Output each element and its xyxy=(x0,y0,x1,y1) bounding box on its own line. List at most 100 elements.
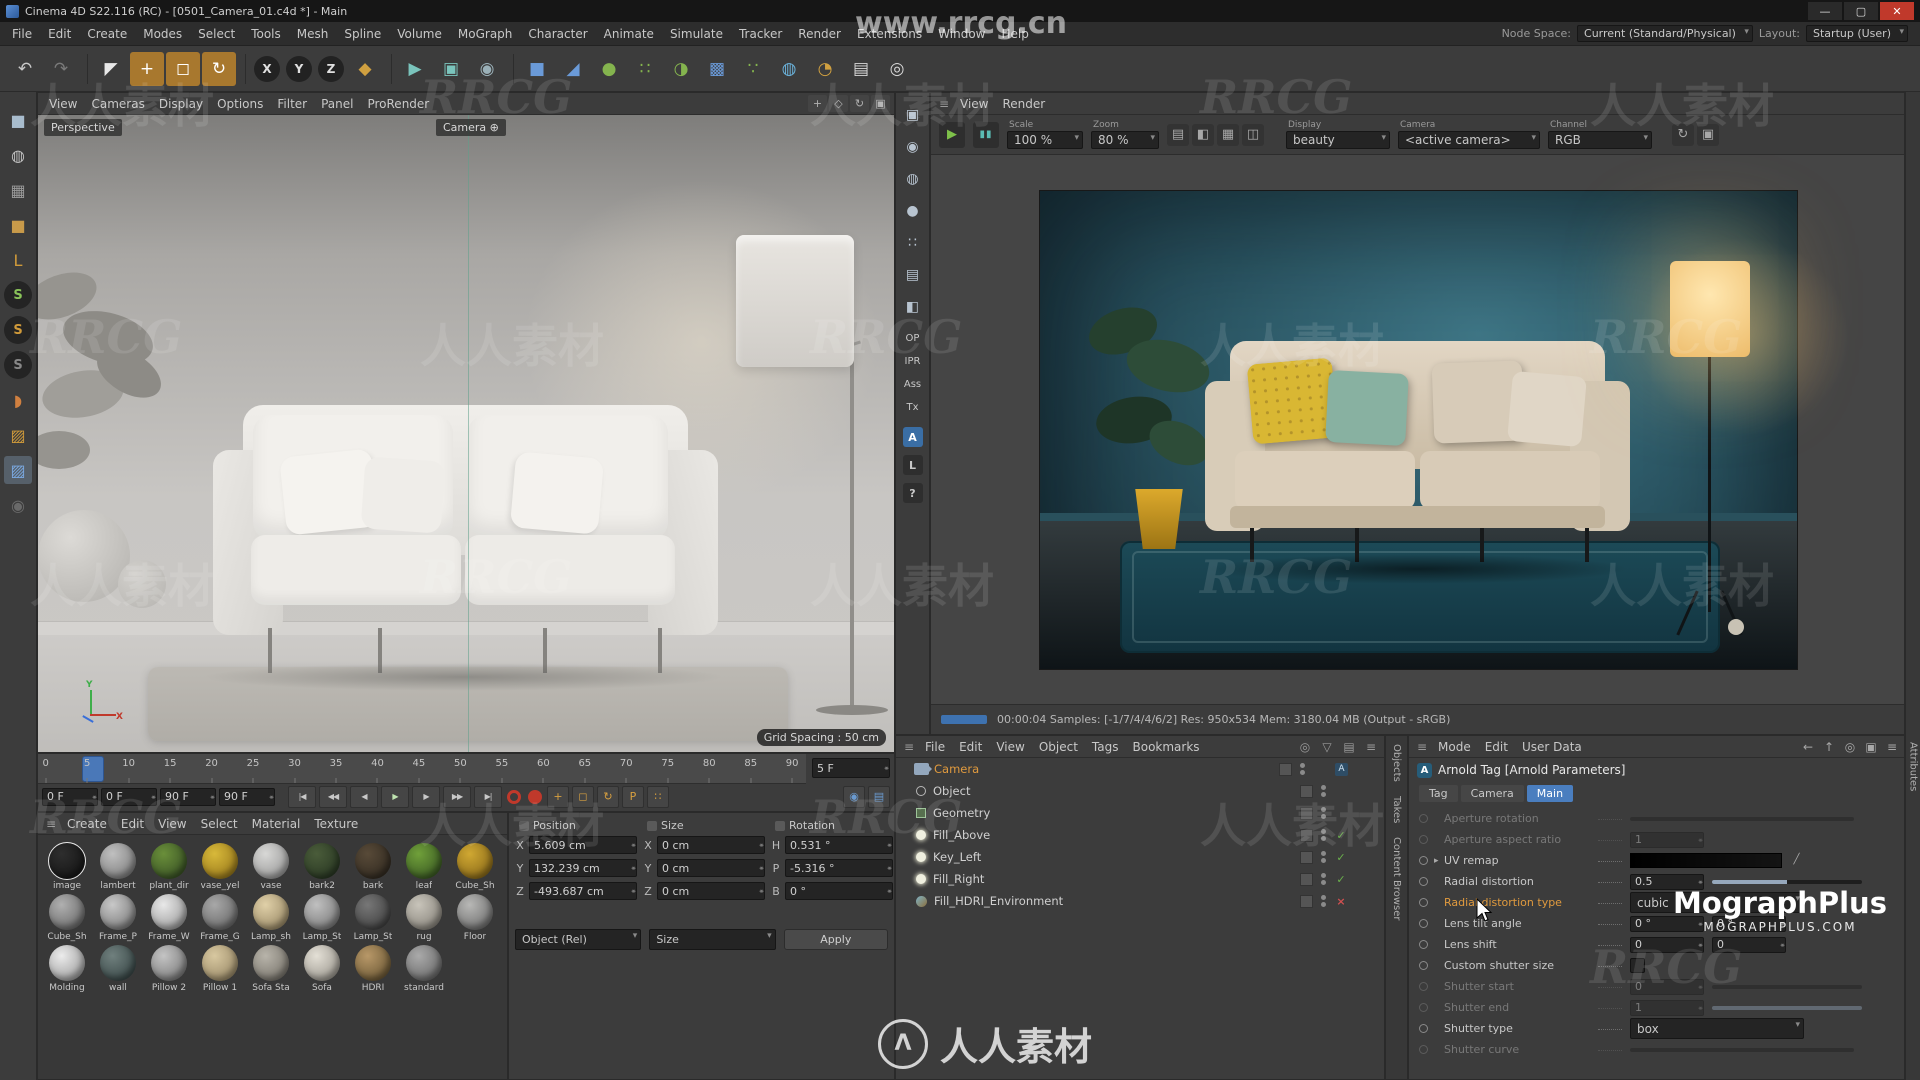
attribute-toolbar-icon[interactable]: ← xyxy=(1800,740,1816,754)
material-menu-item[interactable]: Select xyxy=(194,817,245,831)
property-row[interactable]: Shutter type box box xyxy=(1415,1018,1898,1039)
property-checkbox[interactable] xyxy=(1630,958,1645,973)
property-row[interactable]: ▸ UV remap ╱ xyxy=(1415,850,1898,871)
object-manager-icon[interactable]: ▤ xyxy=(1340,739,1358,755)
minimize-button[interactable]: — xyxy=(1808,2,1842,20)
gradient-swatch[interactable] xyxy=(1630,853,1782,868)
enable-toggle[interactable] xyxy=(1300,784,1313,798)
menu-item[interactable]: Animate xyxy=(596,27,662,41)
toolbar-icon[interactable] xyxy=(80,53,88,84)
toolbar-icon[interactable]: ● xyxy=(592,52,626,86)
frame-range-field[interactable]: 90 F xyxy=(160,787,216,806)
menu-item[interactable]: Extensions xyxy=(849,27,930,41)
camera-select[interactable]: <active camera> xyxy=(1398,131,1540,149)
keyframe-toggle[interactable]: ↻ xyxy=(597,785,619,808)
property-dropdown[interactable]: cubic xyxy=(1630,892,1804,913)
visibility-dots[interactable] xyxy=(1300,763,1305,775)
rotation-input[interactable]: -5.316 ° xyxy=(785,859,893,877)
frame-range-field[interactable]: 90 F xyxy=(219,787,275,806)
menu-item[interactable]: MoGraph xyxy=(450,27,521,41)
palette-icon[interactable]: S xyxy=(4,316,32,344)
side-tab[interactable]: Objects xyxy=(1391,744,1402,782)
menu-item[interactable]: Window xyxy=(930,27,993,41)
object-row[interactable]: Camera A xyxy=(896,758,1384,780)
toolbar-icon[interactable]: ◻ xyxy=(166,51,200,86)
object-menu-item[interactable]: Tags xyxy=(1085,740,1126,754)
material-item[interactable]: bark xyxy=(350,843,396,891)
arnold-icon[interactable]: ◉ xyxy=(901,135,925,159)
transport-button[interactable]: ▶▶ xyxy=(443,785,471,808)
layout-select[interactable]: Startup (User) xyxy=(1806,25,1908,42)
attribute-toolbar-icon[interactable]: ≡ xyxy=(1884,740,1900,754)
keyframe-toggle[interactable]: + xyxy=(547,785,569,808)
rotation-input[interactable]: 0.531 ° xyxy=(785,836,893,854)
material-menu-item[interactable]: Edit xyxy=(114,817,151,831)
material-item[interactable]: HDRI xyxy=(350,945,396,993)
anim-dot-icon[interactable] xyxy=(1419,1003,1428,1012)
visibility-dots[interactable] xyxy=(1321,895,1326,907)
scale-select[interactable]: 100 % xyxy=(1007,131,1083,149)
viewport-canvas[interactable]: Perspective Camera ⊕ Grid Spacing : 50 c… xyxy=(38,115,894,752)
side-tab[interactable]: Content Browser xyxy=(1391,837,1402,920)
object-manager-icon[interactable]: ◎ xyxy=(1296,739,1314,755)
enable-toggle[interactable] xyxy=(1300,828,1313,842)
enable-toggle[interactable] xyxy=(1300,806,1313,820)
panel-menu-icon[interactable]: ≡ xyxy=(1413,739,1431,755)
toolbar-icon[interactable]: + xyxy=(130,51,164,86)
apply-button[interactable]: Apply xyxy=(783,929,888,950)
viewport-menu-item[interactable]: Options xyxy=(210,97,270,111)
toolbar-icon[interactable]: ▩ xyxy=(700,52,734,86)
render-canvas[interactable] xyxy=(931,155,1904,704)
transport-button[interactable]: ▶ xyxy=(381,785,409,808)
visibility-dots[interactable] xyxy=(1321,829,1326,841)
arnold-badge[interactable]: L xyxy=(902,455,923,475)
size-input[interactable]: 0 cm xyxy=(657,882,765,900)
material-menu-item[interactable]: Material xyxy=(245,817,308,831)
object-mode-select[interactable]: Object (Rel) xyxy=(515,929,642,950)
toolbar-icon[interactable]: ◤ xyxy=(94,52,128,86)
toolbar-icon[interactable]: ∷ xyxy=(628,52,662,86)
anim-dot-icon[interactable] xyxy=(1419,877,1428,886)
anim-dot-icon[interactable] xyxy=(1419,835,1428,844)
toolbar-icon[interactable]: ◔ xyxy=(808,52,842,86)
render-right-icon[interactable]: ▣ xyxy=(1697,123,1719,146)
object-row[interactable]: Key_Left ✓ xyxy=(896,846,1384,868)
toolbar-icon[interactable]: ▤ xyxy=(844,52,878,86)
anim-dot-icon[interactable] xyxy=(1419,982,1428,991)
material-item[interactable]: bark2 xyxy=(299,843,345,891)
material-menu-item[interactable]: Texture xyxy=(307,817,365,831)
toolbar-icon[interactable]: ◢ xyxy=(556,52,590,86)
attribute-toolbar-icon[interactable]: ↑ xyxy=(1821,740,1837,754)
object-row[interactable]: Object xyxy=(896,780,1384,802)
toolbar-icon[interactable]: ↻ xyxy=(202,51,236,86)
position-input[interactable]: 132.239 cm xyxy=(529,859,637,877)
frame-range-field[interactable]: 0 F xyxy=(101,787,157,806)
toolbar-icon[interactable] xyxy=(506,53,514,84)
palette-icon[interactable]: S xyxy=(4,281,32,309)
arnold-text-button[interactable]: OP xyxy=(906,333,920,344)
viewport-menu-item[interactable]: Filter xyxy=(270,97,314,111)
arnold-badge[interactable]: A xyxy=(902,427,923,447)
material-item[interactable]: Lamp_St xyxy=(299,894,345,942)
property-row[interactable]: Aperture aspect ratio 1 1 xyxy=(1415,829,1898,850)
transport-button[interactable]: ◀◀ xyxy=(319,785,347,808)
object-menu-item[interactable]: Edit xyxy=(952,740,989,754)
camera-label[interactable]: Camera ⊕ xyxy=(436,119,506,136)
object-menu-item[interactable]: View xyxy=(989,740,1031,754)
toolbar-icon[interactable]: ■ xyxy=(520,52,554,86)
menu-item[interactable]: Volume xyxy=(389,27,450,41)
object-row[interactable]: Fill_Right ✓ xyxy=(896,868,1384,890)
palette-icon[interactable]: S xyxy=(4,351,32,379)
panel-menu-icon[interactable]: ≡ xyxy=(900,739,918,755)
property-row[interactable]: Radial distortion 0.5 0.5 xyxy=(1415,871,1898,892)
attribute-menu-item[interactable]: Mode xyxy=(1431,740,1478,754)
arnold-text-button[interactable]: Ass xyxy=(904,379,921,390)
object-row[interactable]: Fill_Above ✓ xyxy=(896,824,1384,846)
material-item[interactable]: image xyxy=(44,842,90,891)
render-tool-icon[interactable]: ◫ xyxy=(1242,123,1264,146)
property-row[interactable]: Lens shift 0 0 0 xyxy=(1415,934,1898,955)
attribute-toolbar-icon[interactable]: ◎ xyxy=(1842,740,1858,754)
palette-icon[interactable]: ◉ xyxy=(4,491,32,519)
enable-toggle[interactable] xyxy=(1279,762,1292,776)
viewport-menu-item[interactable]: View xyxy=(42,97,84,111)
